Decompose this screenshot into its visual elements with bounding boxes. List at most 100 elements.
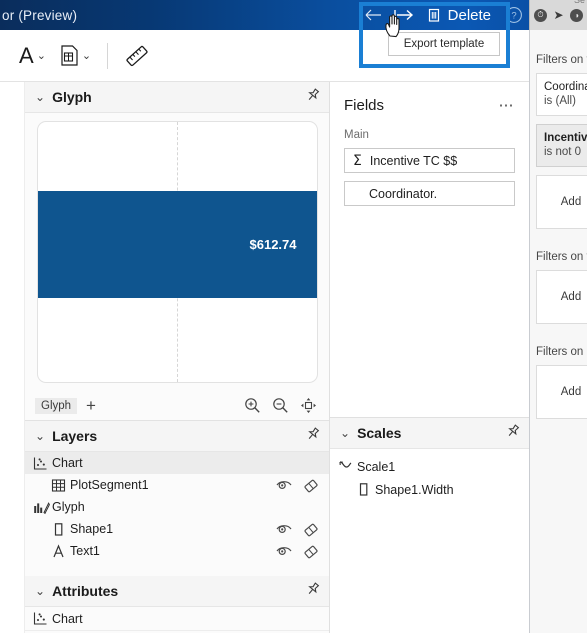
scales-list: Scale1 Shape1.Width	[330, 449, 529, 501]
chevron-down-icon: ⌄	[81, 50, 92, 62]
os-chip-status-icon: ◑	[570, 8, 583, 22]
pin-icon[interactable]	[305, 87, 321, 108]
letter-a-icon: A	[19, 42, 34, 68]
title-bar-actions: Delete ?	[361, 0, 529, 30]
os-chip-clock-icon: ⏱	[534, 8, 547, 22]
export-template-tooltip: Export template	[388, 32, 500, 56]
delete-label: Delete	[447, 6, 491, 24]
eye-icon[interactable]	[276, 545, 292, 557]
filters-section-title: Filters on t	[536, 54, 587, 66]
field-item-incentive[interactable]: Σ Incentive TC $$	[344, 148, 515, 173]
layers-panel-header[interactable]: ⌄ Layers	[25, 421, 329, 452]
layer-actions	[276, 478, 319, 493]
os-chip-share-icon: ➤	[553, 8, 564, 22]
filter-add-dropzone-1[interactable]: Add	[536, 175, 587, 229]
pin-icon[interactable]	[305, 581, 321, 602]
eraser-icon[interactable]	[303, 544, 319, 559]
eraser-icon[interactable]	[303, 522, 319, 537]
pin-glyph	[308, 426, 320, 439]
glyph-bar-shape[interactable]: $612.74	[37, 191, 317, 298]
fields-panel-header: Fields ⋯	[344, 96, 516, 115]
grid-glyph	[51, 478, 66, 492]
export-template-button[interactable]	[387, 0, 421, 30]
pin-glyph	[308, 87, 320, 100]
filters-section-title: Filters on t	[536, 251, 587, 263]
layer-row-plotsegment1[interactable]: PlotSegment1	[25, 474, 329, 496]
app-window: or (Preview) Delete ? Export template ⏱ …	[0, 0, 587, 633]
scales-panel-header[interactable]: ⌄ Scales	[330, 418, 529, 449]
help-button[interactable]: ?	[499, 0, 529, 30]
fit-to-screen-icon[interactable]	[300, 397, 317, 414]
scatter-glyph	[33, 457, 47, 470]
scale-row-scale1[interactable]: Scale1	[330, 455, 529, 478]
glyph-panel-title: Glyph	[52, 89, 92, 105]
filter-add-dropzone-2[interactable]: Add	[536, 270, 587, 324]
zoom-in-icon[interactable]	[244, 397, 261, 414]
glyph-icon	[33, 500, 52, 515]
symbol-tool-button[interactable]: ⌄	[55, 39, 96, 73]
text-tool-button[interactable]: A ⌄	[14, 39, 51, 73]
layer-row-chart[interactable]: Chart	[25, 452, 329, 474]
canvas-tab-glyph[interactable]: Glyph	[35, 397, 78, 414]
layer-actions	[276, 522, 319, 537]
scatter-chart-icon	[33, 611, 52, 626]
fields-subtitle: Main	[344, 129, 369, 141]
field-label: Incentive TC $$	[369, 153, 458, 168]
chevron-down-icon: ⌄	[340, 426, 351, 440]
add-glyph-button[interactable]: +	[86, 397, 96, 414]
filter-condition: is not 0	[544, 146, 582, 158]
glyph-canvas-area[interactable]: $612.74	[25, 113, 329, 391]
scale-label: Scale1	[357, 459, 396, 474]
glyph-canvas[interactable]: $612.74	[36, 121, 318, 383]
filter-add-dropzone-3[interactable]: Add	[536, 365, 587, 419]
rectangle-glyph	[359, 483, 368, 496]
glyph-bar-value-label: $612.74	[249, 237, 297, 252]
glyph-panel-header[interactable]: ⌄ Glyph	[25, 82, 329, 113]
filters-section-title: Filters on a	[536, 346, 587, 358]
layer-row-text1[interactable]: Text1	[25, 540, 329, 562]
trash-icon	[428, 8, 439, 22]
filter-field-name: Coordina	[544, 81, 587, 93]
eye-icon[interactable]	[276, 479, 292, 491]
filter-card-incentive[interactable]: Incentive is not 0	[536, 124, 587, 167]
attributes-panel-header[interactable]: ⌄ Attributes	[25, 576, 329, 607]
title-bar: or (Preview) Delete ?	[0, 0, 529, 30]
scale-tool-button[interactable]	[119, 39, 155, 73]
zoom-out-icon[interactable]	[272, 397, 289, 414]
more-options-icon[interactable]: ⋯	[499, 96, 516, 114]
svg-text:?: ?	[511, 11, 516, 22]
layer-row-glyph[interactable]: Glyph	[25, 496, 329, 518]
chevron-down-icon: ⌄	[36, 50, 46, 62]
scales-panel-title: Scales	[357, 425, 402, 441]
chevron-down-icon: ⌄	[35, 429, 46, 443]
grid-icon	[51, 478, 70, 493]
field-item-coordinator[interactable]: Coordinator.	[344, 181, 515, 206]
layer-row-shape1[interactable]: Shape1	[25, 518, 329, 540]
right-column: Fields ⋯ Main Σ Incentive TC $$ Coordina…	[330, 82, 529, 633]
pin-glyph	[308, 581, 320, 594]
layer-label: Chart	[52, 456, 83, 470]
rectangle-icon	[51, 522, 70, 537]
field-label: Coordinator.	[369, 186, 438, 201]
layer-actions	[276, 544, 319, 559]
pin-glyph	[508, 423, 520, 436]
back-button[interactable]	[361, 0, 387, 30]
center-column: ⌄ Glyph $612.74 Glyph + ⌄ Layers Chart P…	[25, 82, 330, 633]
filter-card-coordinator[interactable]: Coordina is (All)	[536, 73, 587, 116]
layer-label: Shape1	[70, 522, 114, 536]
scale-glyph	[339, 461, 352, 468]
eye-icon[interactable]	[276, 523, 292, 535]
editor-body: ⌄ Glyph $612.74 Glyph + ⌄ Layers Chart P…	[0, 82, 529, 633]
export-template-icon	[393, 9, 413, 21]
attributes-panel-title: Attributes	[52, 583, 119, 599]
attributes-label: Chart	[52, 611, 83, 626]
eraser-icon[interactable]	[303, 478, 319, 493]
pin-icon[interactable]	[305, 426, 321, 447]
chevron-down-icon: ⌄	[35, 584, 46, 598]
scale-icon	[338, 459, 357, 474]
attributes-row-chart[interactable]: Chart	[25, 607, 329, 631]
filter-condition: is (All)	[544, 95, 576, 107]
delete-button[interactable]: Delete	[421, 0, 499, 30]
pin-icon[interactable]	[505, 423, 521, 444]
scale-row-shape1-width[interactable]: Shape1.Width	[330, 478, 529, 501]
